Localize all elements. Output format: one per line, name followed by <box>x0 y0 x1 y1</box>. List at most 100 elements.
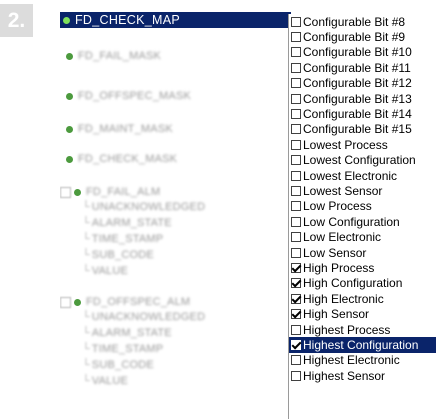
tree-item-label: FD_CHECK_MAP <box>75 13 181 27</box>
tree-item-label: FD_OFFSPEC_MASK <box>78 90 192 102</box>
checklist-item[interactable]: High Configuration <box>289 276 436 291</box>
tree-item[interactable]: FD_FAIL_MASK <box>66 50 161 62</box>
tree-child-label: VALUE <box>91 265 129 277</box>
checklist-item-label: Highest Sensor <box>303 368 386 383</box>
checklist-item-label: Configurable Bit #14 <box>303 107 412 122</box>
checkbox[interactable] <box>291 247 301 258</box>
tree-group-fail-alm[interactable]: FD_FAIL_ALM <box>60 186 160 198</box>
tree-item[interactable]: FD_OFFSPEC_MASK <box>66 90 191 102</box>
checklist-item[interactable]: Lowest Configuration <box>289 153 436 168</box>
checkbox[interactable] <box>291 93 301 104</box>
tree-child-label: TIME_STAMP <box>91 343 164 355</box>
parameter-icon <box>66 92 73 100</box>
checklist-item-label: Highest Configuration <box>303 337 419 352</box>
checklist-item-label: High Configuration <box>303 276 403 291</box>
checklist-item[interactable]: Highest Electronic <box>289 353 436 368</box>
checklist-item[interactable]: Lowest Electronic <box>289 168 436 183</box>
tree-child-label: SUB_CODE <box>91 249 154 261</box>
checkbox[interactable] <box>291 124 301 135</box>
checklist-item-label: Lowest Configuration <box>303 153 416 168</box>
tree-child[interactable]: └ ALARM_STATE <box>82 327 172 339</box>
checkbox[interactable] <box>291 78 301 89</box>
checkbox[interactable] <box>291 185 301 196</box>
checklist-item[interactable]: Highest Configuration <box>289 337 436 353</box>
checkbox[interactable] <box>291 278 301 289</box>
checkbox[interactable] <box>291 355 301 366</box>
checklist-item-label: Lowest Sensor <box>303 183 383 198</box>
checklist-item[interactable]: Highest Process <box>289 322 436 337</box>
expand-icon[interactable] <box>60 186 71 198</box>
checklist-item-label: Highest Process <box>303 322 391 337</box>
checklist-item[interactable]: Configurable Bit #14 <box>289 106 436 121</box>
tree-group-offspec-alm[interactable]: FD_OFFSPEC_ALM <box>60 296 190 308</box>
checklist-item[interactable]: Lowest Sensor <box>289 183 436 198</box>
checklist-item[interactable]: Low Electronic <box>289 229 436 244</box>
checkbox[interactable] <box>291 370 301 381</box>
tree-item-label: FD_MAINT_MASK <box>78 123 173 135</box>
checkbox[interactable] <box>291 16 301 27</box>
checklist-item[interactable]: Low Sensor <box>289 245 436 260</box>
checkbox[interactable] <box>291 293 301 304</box>
parameter-icon <box>66 155 73 163</box>
tree-child[interactable]: └ VALUE <box>82 375 128 387</box>
checkbox[interactable] <box>291 262 301 273</box>
tree-child[interactable]: └ SUB_CODE <box>82 359 154 371</box>
checkbox[interactable] <box>291 309 301 320</box>
checklist-item-label: Low Electronic <box>303 230 382 245</box>
tree-item[interactable]: FD_CHECK_MASK <box>66 153 177 165</box>
expand-icon[interactable] <box>60 296 71 308</box>
tree-child[interactable]: └ ALARM_STATE <box>82 217 172 229</box>
tree-child[interactable]: └ SUB_CODE <box>82 249 154 261</box>
checklist-item[interactable]: Highest Sensor <box>289 368 436 383</box>
checklist-item-label: Configurable Bit #10 <box>303 45 412 60</box>
checkbox[interactable] <box>291 62 301 73</box>
checklist-item[interactable]: Low Configuration <box>289 214 436 229</box>
parameter-icon <box>74 188 81 196</box>
branch-line: └ <box>82 327 90 339</box>
checkbox[interactable] <box>291 109 301 120</box>
tree-group-label: FD_OFFSPEC_ALM <box>86 296 191 308</box>
checkbox[interactable] <box>291 216 301 227</box>
checklist-item[interactable]: Configurable Bit #12 <box>289 76 436 91</box>
checkbox[interactable] <box>291 324 301 335</box>
tree-child[interactable]: └ TIME_STAMP <box>82 343 163 355</box>
checkbox[interactable] <box>291 339 301 350</box>
tree-child[interactable]: └ UNACKNOWLEDGED <box>82 311 205 323</box>
checklist-item-label: Configurable Bit #8 <box>303 14 406 29</box>
checkbox[interactable] <box>291 139 301 150</box>
checkbox[interactable] <box>291 47 301 58</box>
checklist-item[interactable]: High Sensor <box>289 306 436 321</box>
checklist-item-label: Low Process <box>303 199 372 214</box>
checklist-item[interactable]: High Electronic <box>289 291 436 306</box>
checkbox[interactable] <box>291 32 301 43</box>
checklist-item-label: Configurable Bit #9 <box>303 30 406 45</box>
checklist-item[interactable]: Configurable Bit #11 <box>289 60 436 75</box>
tree-child-label: UNACKNOWLEDGED <box>91 201 206 213</box>
checklist-item[interactable]: Configurable Bit #13 <box>289 91 436 106</box>
checklist-item[interactable]: Low Process <box>289 199 436 214</box>
checklist-item[interactable]: Lowest Process <box>289 137 436 152</box>
parameter-icon <box>66 125 73 133</box>
tree-child[interactable]: └ VALUE <box>82 265 128 277</box>
tree-item-label: FD_FAIL_MASK <box>78 50 162 62</box>
checkbox[interactable] <box>291 232 301 243</box>
checklist-item-label: High Electronic <box>303 291 384 306</box>
tree-child-label: VALUE <box>91 375 129 387</box>
checklist-item-label: Configurable Bit #13 <box>303 91 412 106</box>
tree-group-label: FD_FAIL_ALM <box>86 186 161 198</box>
checklist-item[interactable]: Configurable Bit #8 <box>289 14 436 29</box>
tree-child[interactable]: └ TIME_STAMP <box>82 233 163 245</box>
checklist-item[interactable]: High Process <box>289 260 436 275</box>
checklist-item[interactable]: Configurable Bit #10 <box>289 45 436 60</box>
branch-line: └ <box>82 201 90 213</box>
tree-item-selected[interactable]: FD_CHECK_MAP <box>60 12 291 28</box>
checkbox[interactable] <box>291 155 301 166</box>
bit-checklist-dropdown[interactable]: Configurable Bit #8 Configurable Bit #9 Co… <box>288 14 436 419</box>
parameter-icon <box>66 52 73 60</box>
tree-child[interactable]: └ UNACKNOWLEDGED <box>82 201 205 213</box>
tree-item[interactable]: FD_MAINT_MASK <box>66 123 173 135</box>
checklist-item[interactable]: Configurable Bit #9 <box>289 29 436 44</box>
checkbox[interactable] <box>291 170 301 181</box>
checkbox[interactable] <box>291 201 301 212</box>
checklist-item[interactable]: Configurable Bit #15 <box>289 122 436 137</box>
